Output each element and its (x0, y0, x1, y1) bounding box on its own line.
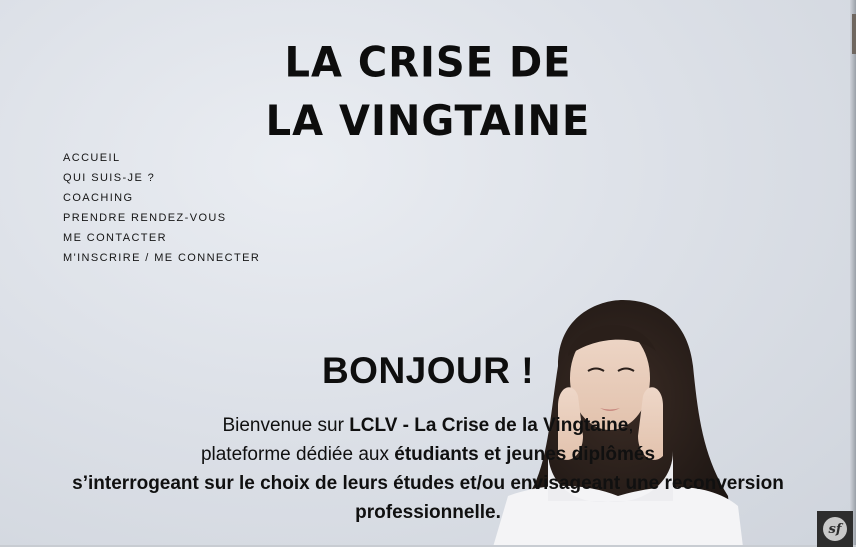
debug-toolbar-toggle[interactable]: sf (817, 511, 853, 547)
nav-item-accueil[interactable]: ACCUEIL (63, 148, 260, 168)
hero-line3-bold: s’interrogeant sur le choix de leurs étu… (72, 473, 784, 523)
hero-text: Bienvenue sur LCLV - La Crise de la Ving… (60, 411, 796, 527)
hero-heading: BONJOUR ! (321, 350, 535, 391)
page: LA CRISE DE LA VINGTAINE ACCUEIL QUI SUI… (0, 0, 856, 547)
nav-item-me-contacter[interactable]: ME CONTACTER (63, 228, 260, 248)
nav-item-inscrire-connecter[interactable]: M'INSCRIRE / ME CONNECTER (63, 248, 260, 268)
nav-item-coaching[interactable]: COACHING (63, 188, 260, 208)
window-edge-shadow (852, 14, 856, 54)
hero-text-line3: s’interrogeant sur le choix de leurs étu… (60, 469, 796, 527)
site-title[interactable]: LA CRISE DE LA VINGTAINE (0, 33, 856, 151)
symfony-icon: sf (823, 517, 847, 541)
hero-line1-suffix: , (628, 415, 634, 436)
hero-line2-bold: étudiants et jeunes diplômés (394, 444, 656, 465)
main-nav: ACCUEIL QUI SUIS-JE ? COACHING PRENDRE R… (63, 148, 260, 268)
hero-line1-prefix: Bienvenue sur (222, 415, 350, 436)
nav-item-qui-suis-je[interactable]: QUI SUIS-JE ? (63, 168, 260, 188)
window-edge (850, 0, 856, 547)
site-title-line1: LA CRISE DE (284, 38, 572, 87)
hero-text-line2: plateforme dédiée aux étudiants et jeune… (60, 440, 796, 469)
hero-line1-bold: LCLV - La Crise de la Vingtaine (349, 415, 629, 436)
hero-text-line1: Bienvenue sur LCLV - La Crise de la Ving… (60, 411, 796, 440)
hero-line2-prefix: plateforme dédiée aux (200, 444, 395, 465)
site-title-line2: LA VINGTAINE (265, 97, 591, 146)
nav-item-prendre-rendez-vous[interactable]: PRENDRE RENDEZ-VOUS (63, 208, 260, 228)
